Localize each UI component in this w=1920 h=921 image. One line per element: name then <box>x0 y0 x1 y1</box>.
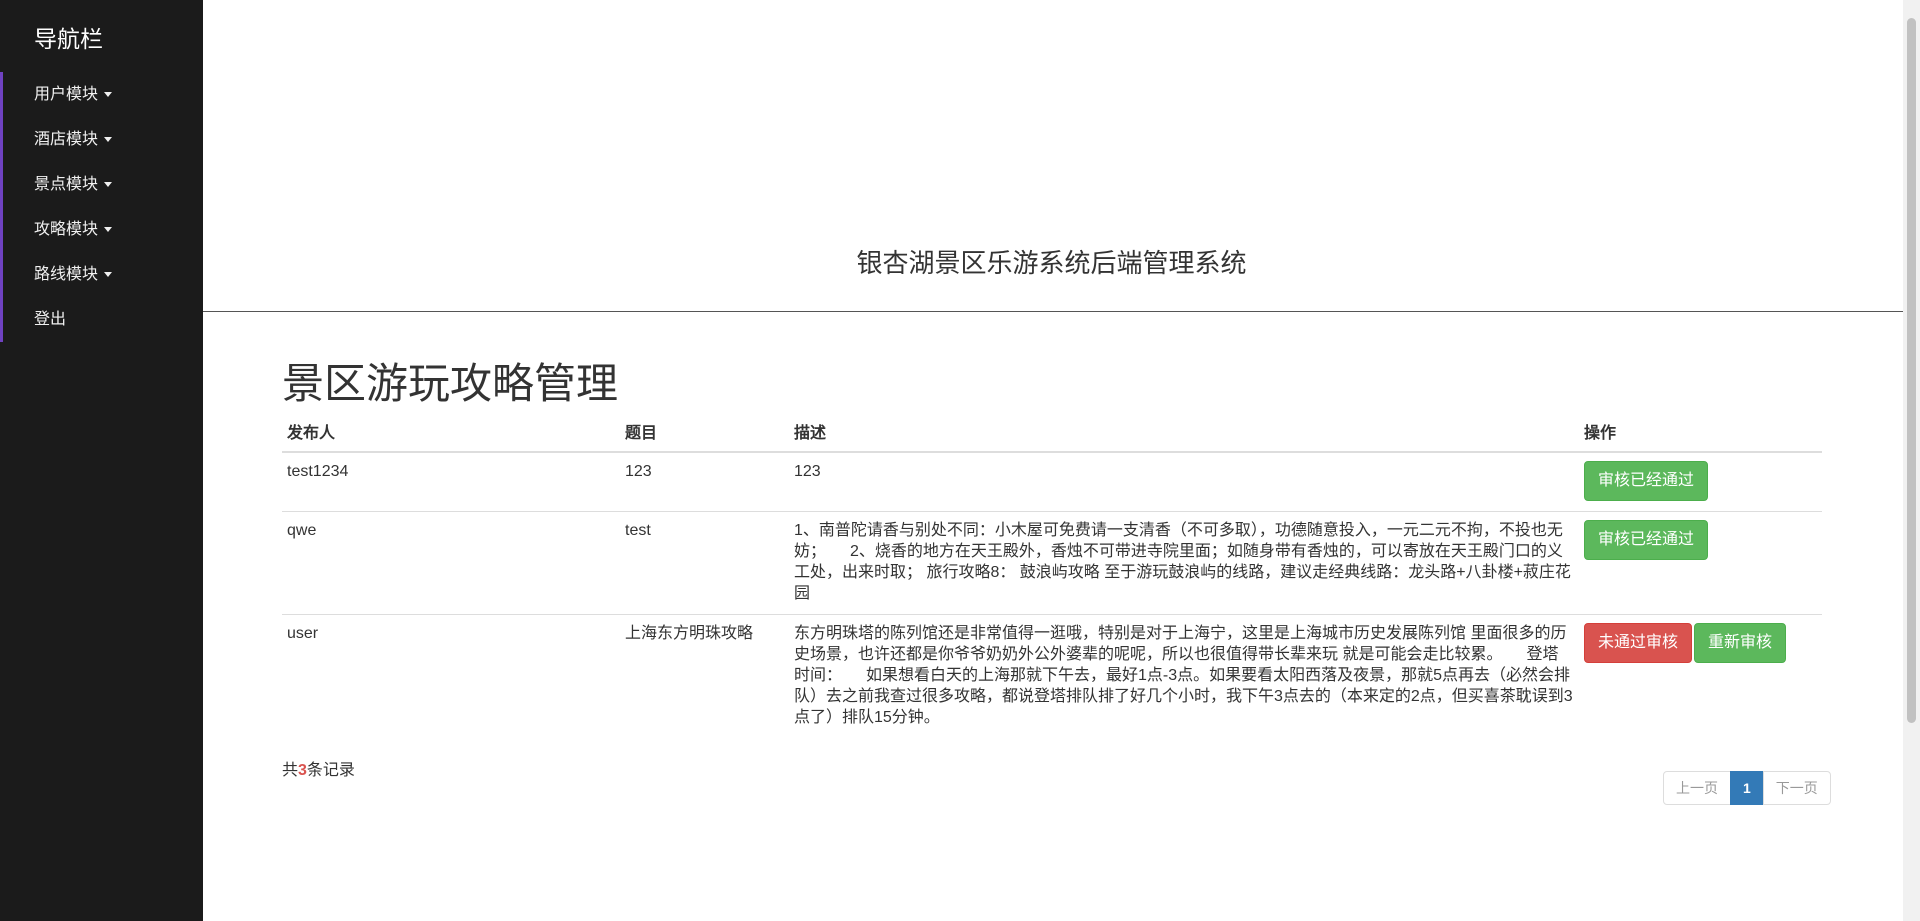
sidebar-nav: 用户模块 酒店模块 景点模块 攻略模块 路线模块 登出 <box>0 72 206 342</box>
column-header-actions: 操作 <box>1579 413 1822 453</box>
sidebar-brand: 导航栏 <box>34 26 103 52</box>
rejected-button[interactable]: 未通过审核 <box>1584 623 1693 663</box>
cell-publisher: test1234 <box>282 451 620 512</box>
column-header-publisher: 发布人 <box>282 413 620 453</box>
scrollbar-thumb[interactable] <box>1907 18 1916 723</box>
pagination: 上一页 1 下一页 <box>1663 771 1831 805</box>
cell-description: 123 <box>789 451 1579 512</box>
caret-down-icon <box>104 182 113 188</box>
sidebar-item-label: 酒店模块 <box>34 131 99 148</box>
table-row: test1234 123 123 审核已经通过 <box>282 451 1822 512</box>
table-row: qwe test 1、南普陀请香与别处不同：小木屋可免费请一支清香（不可多取），… <box>282 511 1822 615</box>
cell-description: 1、南普陀请香与别处不同：小木屋可免费请一支清香（不可多取），功德随意投入，一元… <box>789 511 1579 615</box>
cell-topic: 上海东方明珠攻略 <box>620 614 789 738</box>
cell-actions: 未通过审核 重新审核 <box>1579 614 1822 738</box>
guides-table: 发布人 题目 描述 操作 test1234 123 123 审核已经通过 qwe… <box>282 413 1822 738</box>
record-count-prefix: 共 <box>282 762 299 779</box>
sidebar-item-attraction-module[interactable]: 景点模块 <box>3 162 206 207</box>
table-row: user 上海东方明珠攻略 东方明珠塔的陈列馆还是非常值得一逛哦，特别是对于上海… <box>282 614 1822 738</box>
page-title: 景区游玩攻略管理 <box>282 360 619 407</box>
column-header-topic: 题目 <box>620 413 789 453</box>
cell-topic: test <box>620 511 789 615</box>
caret-down-icon <box>104 227 113 233</box>
approved-button[interactable]: 审核已经通过 <box>1584 520 1709 560</box>
cell-actions: 审核已经通过 <box>1579 511 1822 615</box>
app-title: 银杏湖景区乐游系统后端管理系统 <box>856 248 1247 278</box>
record-count-suffix: 条记录 <box>306 762 355 779</box>
caret-down-icon <box>104 92 113 98</box>
sidebar-item-hotel-module[interactable]: 酒店模块 <box>3 117 206 162</box>
table-header-row: 发布人 题目 描述 操作 <box>282 413 1822 453</box>
cell-actions: 审核已经通过 <box>1579 451 1822 512</box>
re-review-button[interactable]: 重新审核 <box>1694 623 1787 663</box>
cell-topic: 123 <box>620 451 789 512</box>
header-divider <box>203 311 1903 312</box>
cell-publisher: user <box>282 614 620 738</box>
sidebar-item-label: 景点模块 <box>34 176 99 193</box>
sidebar-item-label: 登出 <box>34 311 67 328</box>
sidebar-item-label: 攻略模块 <box>34 221 99 238</box>
sidebar-item-label: 用户模块 <box>34 86 99 103</box>
next-page-button[interactable]: 下一页 <box>1762 771 1831 805</box>
column-header-description: 描述 <box>789 413 1579 453</box>
caret-down-icon <box>104 272 113 278</box>
record-count-number: 3 <box>298 762 307 779</box>
cell-publisher: qwe <box>282 511 620 615</box>
sidebar-item-logout[interactable]: 登出 <box>3 297 206 342</box>
sidebar: 导航栏 用户模块 酒店模块 景点模块 攻略模块 路线模块 登出 <box>0 0 203 921</box>
approved-button[interactable]: 审核已经通过 <box>1584 461 1709 501</box>
sidebar-item-label: 路线模块 <box>34 266 99 283</box>
caret-down-icon <box>104 137 113 143</box>
sidebar-item-guide-module[interactable]: 攻略模块 <box>3 207 206 252</box>
record-count: 共3条记录 <box>282 756 355 780</box>
cell-description: 东方明珠塔的陈列馆还是非常值得一逛哦，特别是对于上海宁，这里是上海城市历史发展陈… <box>789 614 1579 738</box>
vertical-scrollbar[interactable] <box>1903 0 1920 921</box>
sidebar-item-user-module[interactable]: 用户模块 <box>3 72 206 117</box>
page-number-button[interactable]: 1 <box>1730 771 1764 805</box>
sidebar-item-route-module[interactable]: 路线模块 <box>3 252 206 297</box>
prev-page-button[interactable]: 上一页 <box>1663 771 1731 805</box>
